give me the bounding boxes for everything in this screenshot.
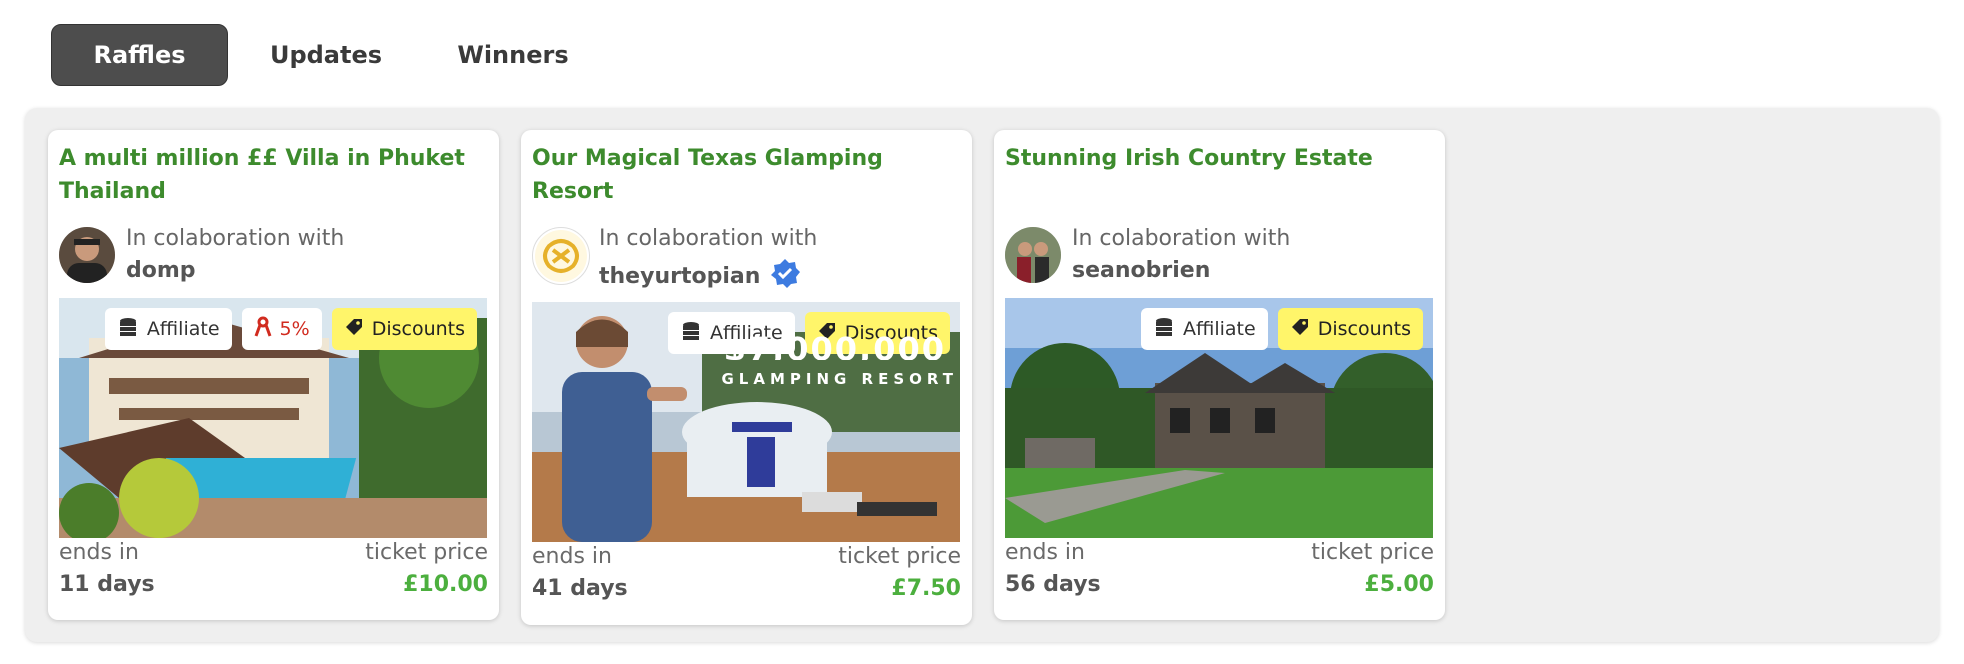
- raffles-panel: A multi million ££ Villa in Phuket Thail…: [25, 108, 1939, 642]
- image-overlay-amount: $7,000,000: [723, 336, 946, 360]
- ribbon-icon: [254, 316, 272, 343]
- ends-in-value: 41 days: [532, 576, 628, 601]
- discounts-badge[interactable]: Discounts: [331, 308, 477, 350]
- ends-in-value: 56 days: [1005, 572, 1101, 597]
- raffle-tabs: Raffles Updates Winners: [51, 24, 602, 86]
- collab-label: In colaboration with: [126, 226, 345, 251]
- collab-label: In colaboration with: [1072, 226, 1291, 251]
- tab-updates[interactable]: Updates: [228, 24, 424, 86]
- raffle-title[interactable]: A multi million ££ Villa in Phuket Thail…: [59, 142, 479, 208]
- tag-icon: [344, 317, 364, 342]
- raffle-title[interactable]: Stunning Irish Country Estate: [1005, 142, 1425, 175]
- image-overlay-caption: GLAMPING RESORT: [721, 370, 958, 388]
- tab-winners[interactable]: Winners: [424, 24, 602, 86]
- host-name[interactable]: domp: [126, 258, 196, 283]
- badge-group: Affiliate Discounts: [1140, 308, 1423, 350]
- host-username[interactable]: theyurtopian: [599, 264, 760, 289]
- ticket-price-value: £7.50: [891, 576, 961, 601]
- avatar[interactable]: [532, 227, 590, 285]
- ends-in-label: ends in: [59, 540, 139, 565]
- raffle-card[interactable]: A multi million ££ Villa in Phuket Thail…: [48, 130, 499, 620]
- coins-icon: [680, 320, 702, 347]
- host-name[interactable]: theyurtopian: [599, 258, 801, 294]
- ticket-price-label: ticket price: [1311, 540, 1434, 565]
- host-name[interactable]: seanobrien: [1072, 258, 1210, 283]
- affiliate-label: Affiliate: [1182, 318, 1256, 340]
- ends-in-value: 11 days: [59, 572, 155, 597]
- discounts-badge[interactable]: Discounts: [1277, 308, 1423, 350]
- raffle-card[interactable]: Stunning Irish Country Estate In colabor…: [994, 130, 1445, 620]
- discounts-label: Discounts: [371, 318, 465, 340]
- tab-raffles[interactable]: Raffles: [51, 24, 228, 86]
- commission-badge[interactable]: 5%: [241, 308, 322, 350]
- commission-value: 5%: [279, 318, 310, 340]
- host-username[interactable]: domp: [126, 258, 196, 283]
- ticket-price-label: ticket price: [838, 544, 961, 569]
- discounts-label: Discounts: [1317, 318, 1411, 340]
- ends-in-label: ends in: [1005, 540, 1085, 565]
- coins-icon: [1153, 316, 1175, 343]
- villa-pool-photo[interactable]: Affiliate 5% Discounts: [59, 298, 487, 538]
- verified-icon: [770, 258, 801, 294]
- ticket-price-label: ticket price: [365, 540, 488, 565]
- badge-group: Affiliate 5% Discounts: [104, 308, 477, 350]
- host-username[interactable]: seanobrien: [1072, 258, 1210, 283]
- avatar[interactable]: [1005, 227, 1061, 283]
- affiliate-badge[interactable]: Affiliate: [104, 308, 232, 350]
- yurt-glamping-photo[interactable]: Affiliate Discounts $7,000,000 GLAMPING …: [532, 302, 960, 542]
- tag-icon: [1290, 317, 1310, 342]
- raffle-card[interactable]: Our Magical Texas Glamping Resort In col…: [521, 130, 972, 625]
- ticket-price-value: £5.00: [1364, 572, 1434, 597]
- ends-in-label: ends in: [532, 544, 612, 569]
- coins-icon: [117, 316, 139, 343]
- country-house-photo[interactable]: Affiliate Discounts: [1005, 298, 1433, 538]
- avatar[interactable]: [59, 227, 115, 283]
- affiliate-badge[interactable]: Affiliate: [1140, 308, 1268, 350]
- ticket-price-value: £10.00: [403, 572, 488, 597]
- affiliate-label: Affiliate: [146, 318, 220, 340]
- collab-label: In colaboration with: [599, 226, 818, 251]
- raffle-title[interactable]: Our Magical Texas Glamping Resort: [532, 142, 952, 208]
